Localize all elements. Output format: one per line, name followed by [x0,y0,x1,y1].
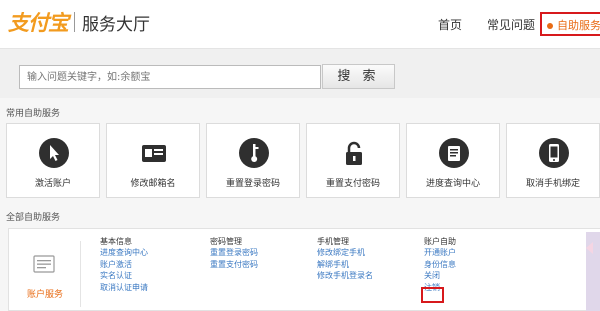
column-heading: 密码管理 [210,237,242,246]
column-phone: 手机管理 修改绑定手机 解绑手机 修改手机登录名 [317,236,373,282]
column-heading: 基本信息 [100,237,132,246]
column-password: 密码管理 重置登录密码 重置支付密码 [210,236,258,270]
service-link[interactable]: 进度查询中心 [100,247,148,259]
card-change-email[interactable]: 修改邮箱名 [106,123,200,198]
alipay-logo[interactable]: 支付宝 服务大厅 [8,9,150,35]
key-icon [239,138,269,168]
cursor-icon [39,138,69,168]
column-basic-info: 基本信息 进度查询中心 账户激活 实名认证 取消认证申请 [100,236,148,293]
nav-self-service[interactable]: 自助服务 [540,12,600,36]
nav-self-service-label: 自助服务 [557,19,600,32]
card-label: 取消手机绑定 [525,179,580,189]
document-icon [439,138,469,168]
card-label: 重置登录密码 [225,179,280,189]
mobile-phone-icon [539,138,569,168]
service-link[interactable]: 实名认证 [100,270,148,282]
nav-home[interactable]: 首页 [438,16,462,33]
card-label: 重置支付密码 [325,179,380,189]
bullet-icon [547,23,553,29]
highlight-box [421,287,444,303]
account-services-category[interactable]: 账户服务 [9,241,81,307]
search-button[interactable]: 搜 索 [322,64,395,89]
nav-faq[interactable]: 常见问题 [487,16,535,33]
card-icon [33,255,55,273]
card-label: 修改邮箱名 [130,179,176,189]
brand-name: 支付宝 [8,10,69,35]
logo-divider [74,12,75,32]
service-link[interactable]: 解绑手机 [317,259,373,271]
all-services-title: 全部自助服务 [6,213,61,223]
service-link[interactable]: 开通账户 [424,247,456,259]
side-decoration [586,232,600,311]
service-link[interactable]: 账户激活 [100,259,148,271]
all-services-panel: 账户服务 [8,228,600,311]
service-link[interactable]: 身份信息 [424,259,456,271]
service-link[interactable]: 修改手机登录名 [317,270,373,282]
card-unbind-phone[interactable]: 取消手机绑定 [506,123,600,198]
header: 支付宝 服务大厅 首页 常见问题 自助服务 [0,0,600,48]
page-title: 服务大厅 [82,14,150,35]
card-progress-center[interactable]: 进度查询中心 [406,123,500,198]
column-heading: 手机管理 [317,237,349,246]
column-account-self: 账户自助 开通账户 身份信息 关闭 注销 [424,236,456,293]
service-link[interactable]: 关闭 [424,270,456,282]
card-reset-login-password[interactable]: 重置登录密码 [206,123,300,198]
id-card-icon [139,138,169,168]
service-link[interactable]: 修改绑定手机 [317,247,373,259]
column-heading: 账户自助 [424,237,456,246]
card-reset-pay-password[interactable]: 重置支付密码 [306,123,400,198]
card-activate-account[interactable]: 激活账户 [6,123,100,198]
search-input[interactable] [19,65,321,89]
service-link[interactable]: 重置登录密码 [210,247,258,259]
common-services-title: 常用自助服务 [6,109,61,119]
lock-icon [339,138,369,168]
account-services-label: 账户服务 [26,290,63,300]
service-link[interactable]: 重置支付密码 [210,259,258,271]
triangle-icon [586,242,593,254]
card-label: 激活账户 [34,179,71,189]
search-area: 搜 索 [0,48,600,98]
service-link[interactable]: 取消认证申请 [100,282,148,294]
card-label: 进度查询中心 [425,179,480,189]
